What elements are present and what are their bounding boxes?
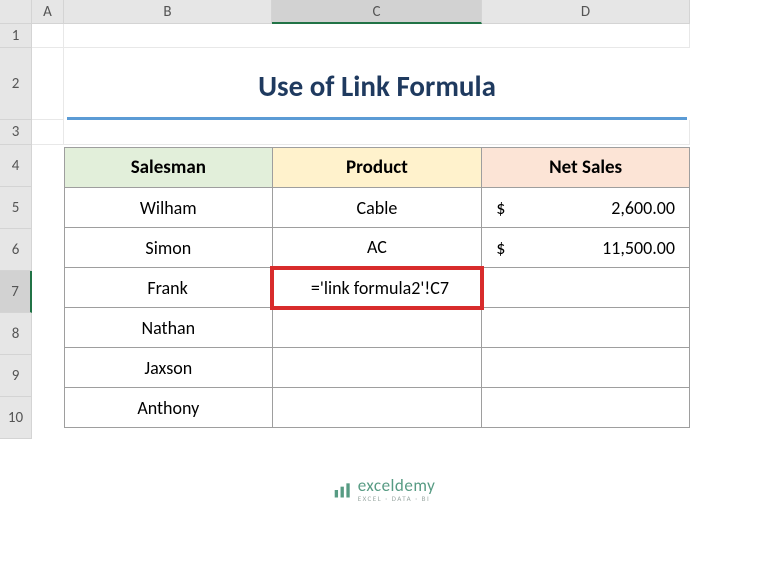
cell-netsales[interactable]: $2,600.00 <box>482 188 690 228</box>
cell-netsales[interactable] <box>482 348 690 388</box>
table-row: Jaxson <box>65 348 690 388</box>
currency-symbol: $ <box>496 237 505 259</box>
cell-salesman[interactable]: Anthony <box>65 388 273 428</box>
header-netsales[interactable]: Net Sales <box>482 148 690 188</box>
money-value: 2,600.00 <box>611 197 675 219</box>
select-all-corner[interactable] <box>0 0 32 24</box>
cell-product[interactable] <box>272 308 482 348</box>
chart-icon <box>332 480 352 500</box>
cell-merged-row1[interactable] <box>64 24 690 48</box>
cell-A1[interactable] <box>32 24 64 48</box>
row-header-4[interactable]: 4 <box>0 145 32 187</box>
cell-netsales[interactable] <box>482 308 690 348</box>
watermark-sub: EXCEL · DATA · BI <box>358 495 436 502</box>
row-header-3[interactable]: 3 <box>0 120 32 145</box>
cell-salesman[interactable]: Nathan <box>65 308 273 348</box>
row-header-7[interactable]: 7 <box>0 271 32 313</box>
watermark: exceldemy EXCEL · DATA · BI <box>332 477 436 502</box>
row-header-1[interactable]: 1 <box>0 24 32 48</box>
header-salesman[interactable]: Salesman <box>65 148 273 188</box>
cell-netsales[interactable]: $11,500.00 <box>482 228 690 268</box>
cell-netsales[interactable] <box>482 268 690 308</box>
row-header-5[interactable]: 5 <box>0 187 32 229</box>
cell-product[interactable]: AC <box>272 228 482 268</box>
table-row: Nathan <box>65 308 690 348</box>
cell-product[interactable] <box>272 348 482 388</box>
col-header-A[interactable]: A <box>32 0 64 24</box>
currency-symbol: $ <box>496 197 505 219</box>
row-header-10[interactable]: 10 <box>0 397 32 439</box>
row-header-8[interactable]: 8 <box>0 313 32 355</box>
cell-merged-row3[interactable] <box>64 120 690 145</box>
cell-salesman[interactable]: Frank <box>65 268 273 308</box>
row-headers-data: 4 5 6 7 8 9 10 <box>0 145 32 439</box>
cell-A2[interactable] <box>32 48 64 120</box>
table-row: Anthony <box>65 388 690 428</box>
table-row: Frank ='link formula2'!C7 <box>65 268 690 308</box>
watermark-main: exceldemy <box>358 477 436 494</box>
cell-salesman[interactable]: Jaxson <box>65 348 273 388</box>
spreadsheet-grid: A B C D 1 2 Use of Link Formula 3 <box>0 0 767 145</box>
cell-product[interactable] <box>272 388 482 428</box>
header-product[interactable]: Product <box>272 148 482 188</box>
cell-salesman[interactable]: Wilham <box>65 188 273 228</box>
row-header-9[interactable]: 9 <box>0 355 32 397</box>
cell-netsales[interactable] <box>482 388 690 428</box>
col-header-D[interactable]: D <box>482 0 690 24</box>
table-header-row: Salesman Product Net Sales <box>65 148 690 188</box>
cell-formula-input[interactable]: ='link formula2'!C7 <box>272 268 482 308</box>
row-header-6[interactable]: 6 <box>0 229 32 271</box>
row-header-2[interactable]: 2 <box>0 48 32 120</box>
table-row: Wilham Cable $2,600.00 <box>65 188 690 228</box>
cell-salesman[interactable]: Simon <box>65 228 273 268</box>
data-table: Salesman Product Net Sales Wilham Cable … <box>64 147 690 428</box>
cell-product[interactable]: Cable <box>272 188 482 228</box>
col-header-C[interactable]: C <box>272 0 482 24</box>
table-row: Simon AC $11,500.00 <box>65 228 690 268</box>
cell-A3[interactable] <box>32 120 64 145</box>
money-value: 11,500.00 <box>602 237 675 259</box>
col-header-B[interactable]: B <box>64 0 272 24</box>
page-title: Use of Link Formula <box>67 60 687 120</box>
